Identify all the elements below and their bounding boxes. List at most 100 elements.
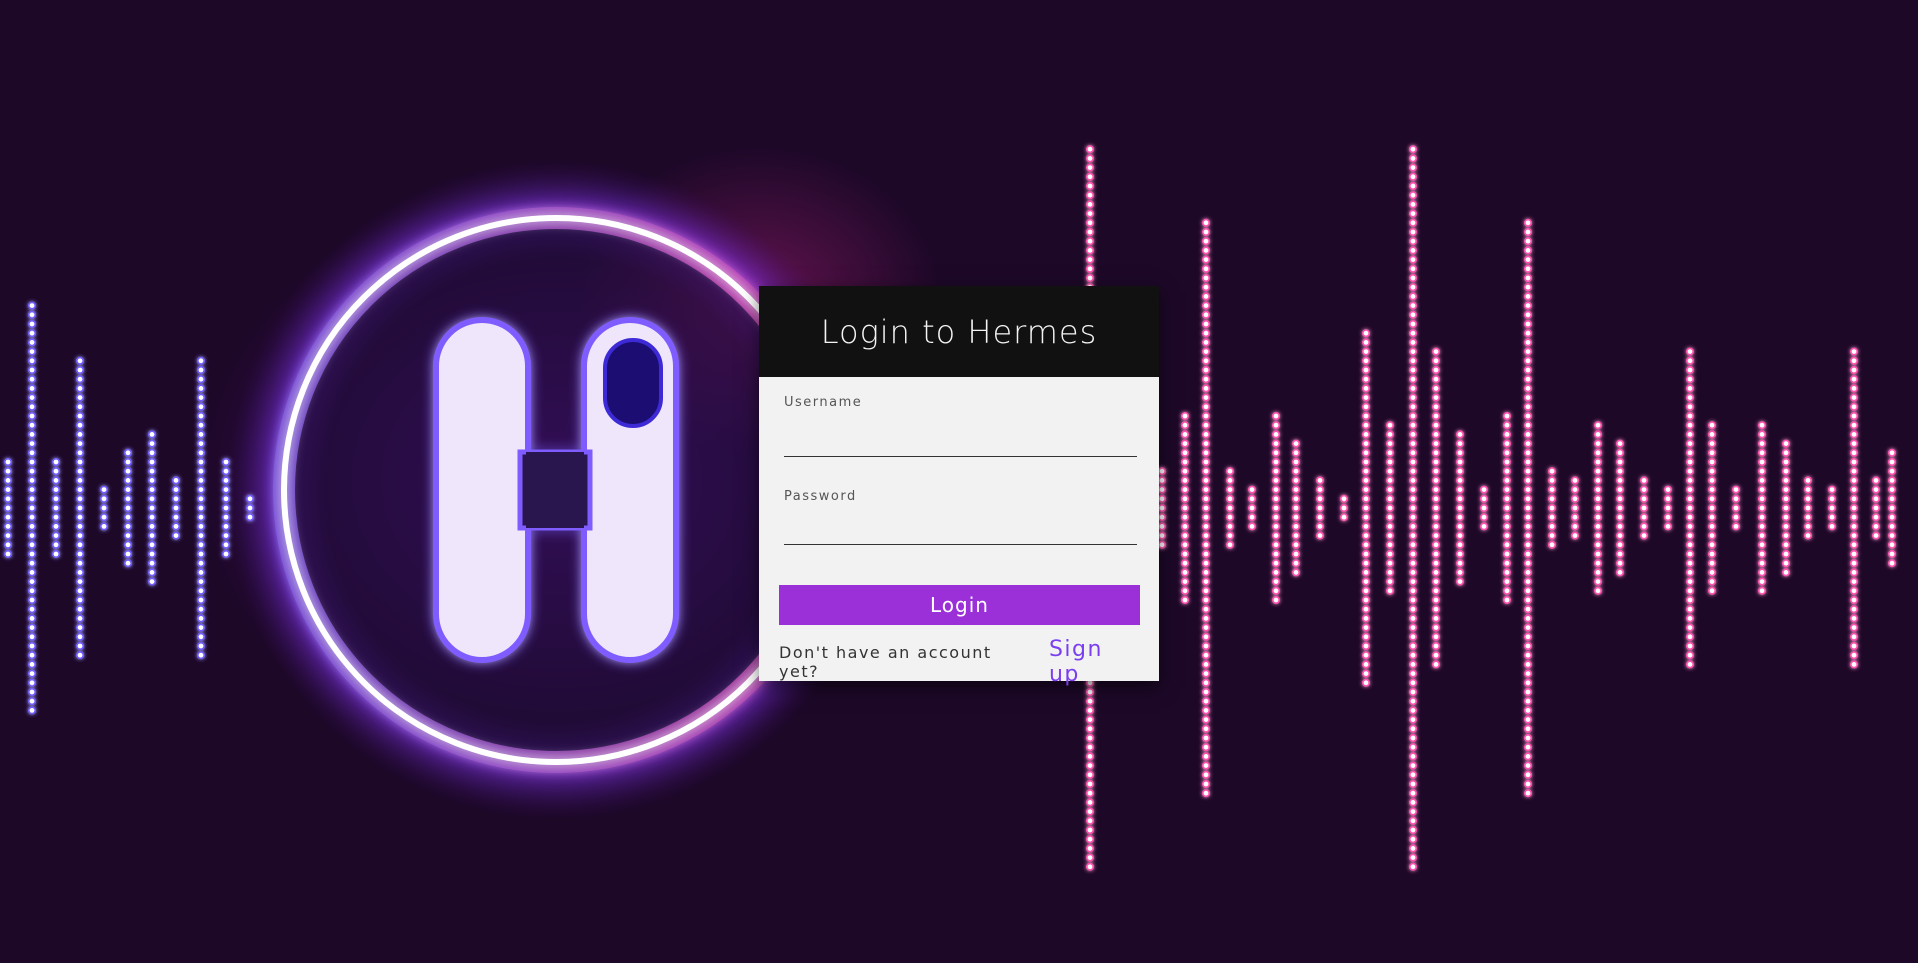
wave-dot: [1616, 448, 1625, 457]
wave-dot: [1850, 614, 1859, 623]
wave-dot: [1503, 531, 1512, 540]
wave-dot: [1456, 522, 1465, 531]
wave-dot: [4, 494, 13, 503]
wave-dot: [1524, 402, 1533, 411]
wave-dot: [148, 531, 157, 540]
wave-dot: [1432, 494, 1441, 503]
wave-dot: [1686, 476, 1695, 485]
wave-dot: [1158, 513, 1167, 522]
wave-dot: [197, 365, 206, 374]
login-button[interactable]: Login: [779, 585, 1140, 625]
wave-dot: [1640, 494, 1649, 503]
wave-dot: [1708, 494, 1717, 503]
wave-dot: [1686, 549, 1695, 558]
wave-dot: [1272, 549, 1281, 558]
wave-dot: [197, 467, 206, 476]
wave-dot: [1432, 651, 1441, 660]
wave-dot: [1732, 522, 1741, 531]
wave-dot: [1708, 430, 1717, 439]
wave-dot: [1758, 448, 1767, 457]
wave-dot: [1362, 485, 1371, 494]
wave-dot: [27, 347, 36, 356]
wave-dot: [1409, 540, 1418, 549]
wave-dot: [1202, 697, 1211, 706]
wave-dot: [1272, 430, 1281, 439]
wave-dot: [1782, 439, 1791, 448]
wave-dot: [1758, 485, 1767, 494]
wave-dot: [148, 549, 157, 558]
wave-dot: [1782, 559, 1791, 568]
wave-dot: [246, 503, 255, 512]
wave-dot: [1432, 503, 1441, 512]
wave-dot: [1708, 522, 1717, 531]
wave-dot: [27, 375, 36, 384]
wave-dot: [1503, 522, 1512, 531]
wave-dot: [1386, 439, 1395, 448]
wave-dot: [1594, 448, 1603, 457]
wave-dot: [1524, 531, 1533, 540]
wave-dot: [51, 513, 60, 522]
wave-dot: [1386, 522, 1395, 531]
wave-dot: [1202, 733, 1211, 742]
wave-dot: [1202, 393, 1211, 402]
wave-dot: [1708, 448, 1717, 457]
wave-dot: [1594, 467, 1603, 476]
wave-dot: [1362, 632, 1371, 641]
wave-dot: [1086, 246, 1095, 255]
wave-dot: [1292, 476, 1301, 485]
wave-dot: [1086, 697, 1095, 706]
wave-dot: [1686, 559, 1695, 568]
wave-dot: [1181, 586, 1190, 595]
wave-dot: [1202, 375, 1211, 384]
password-input[interactable]: [784, 515, 1137, 545]
login-card: Login to Hermes Username Password Login …: [759, 286, 1159, 687]
wave-dot: [1202, 540, 1211, 549]
wave-dot: [1202, 494, 1211, 503]
wave-dot: [197, 421, 206, 430]
wave-dot: [76, 540, 85, 549]
wave-dot: [1888, 485, 1897, 494]
wave-dot: [1872, 494, 1881, 503]
wave-dot: [1409, 531, 1418, 540]
wave-dot: [124, 540, 133, 549]
username-input[interactable]: [784, 427, 1137, 457]
wave-dot: [1362, 494, 1371, 503]
wave-dot: [1181, 559, 1190, 568]
wave-dot: [1272, 503, 1281, 512]
wave-dot: [1432, 356, 1441, 365]
wave-dot: [1503, 457, 1512, 466]
wave-dot: [1456, 531, 1465, 540]
wave-dot: [1782, 531, 1791, 540]
wave-dot: [27, 393, 36, 402]
wave-dot: [1362, 605, 1371, 614]
wave-dot: [1850, 660, 1859, 669]
wave-dot: [1758, 503, 1767, 512]
wave-dot: [1181, 485, 1190, 494]
wave-dot: [1503, 494, 1512, 503]
wave-dot: [148, 522, 157, 531]
wave-dot: [4, 513, 13, 522]
wave-dot: [1292, 513, 1301, 522]
wave-dot: [1181, 448, 1190, 457]
wave-dot: [197, 476, 206, 485]
wave-dot: [1524, 292, 1533, 301]
wave-dot: [1524, 384, 1533, 393]
wave-dot: [27, 706, 36, 715]
wave-dot: [1758, 430, 1767, 439]
wave-dot: [1708, 421, 1717, 430]
wave-dot: [1272, 494, 1281, 503]
signup-link[interactable]: Sign up: [1049, 637, 1139, 687]
signup-prompt: Don't have an account yet?: [779, 643, 992, 681]
wave-dot: [1362, 651, 1371, 660]
wave-dot: [100, 485, 109, 494]
wave-dot: [4, 549, 13, 558]
wave-dot: [1758, 513, 1767, 522]
wave-dot: [1524, 743, 1533, 752]
wave-dot: [1571, 476, 1580, 485]
wave-dot: [1202, 301, 1211, 310]
wave-dot: [1571, 513, 1580, 522]
wave-dot: [1316, 494, 1325, 503]
wave-dot: [148, 476, 157, 485]
wave-dot: [1362, 411, 1371, 420]
wave-dot: [1409, 807, 1418, 816]
